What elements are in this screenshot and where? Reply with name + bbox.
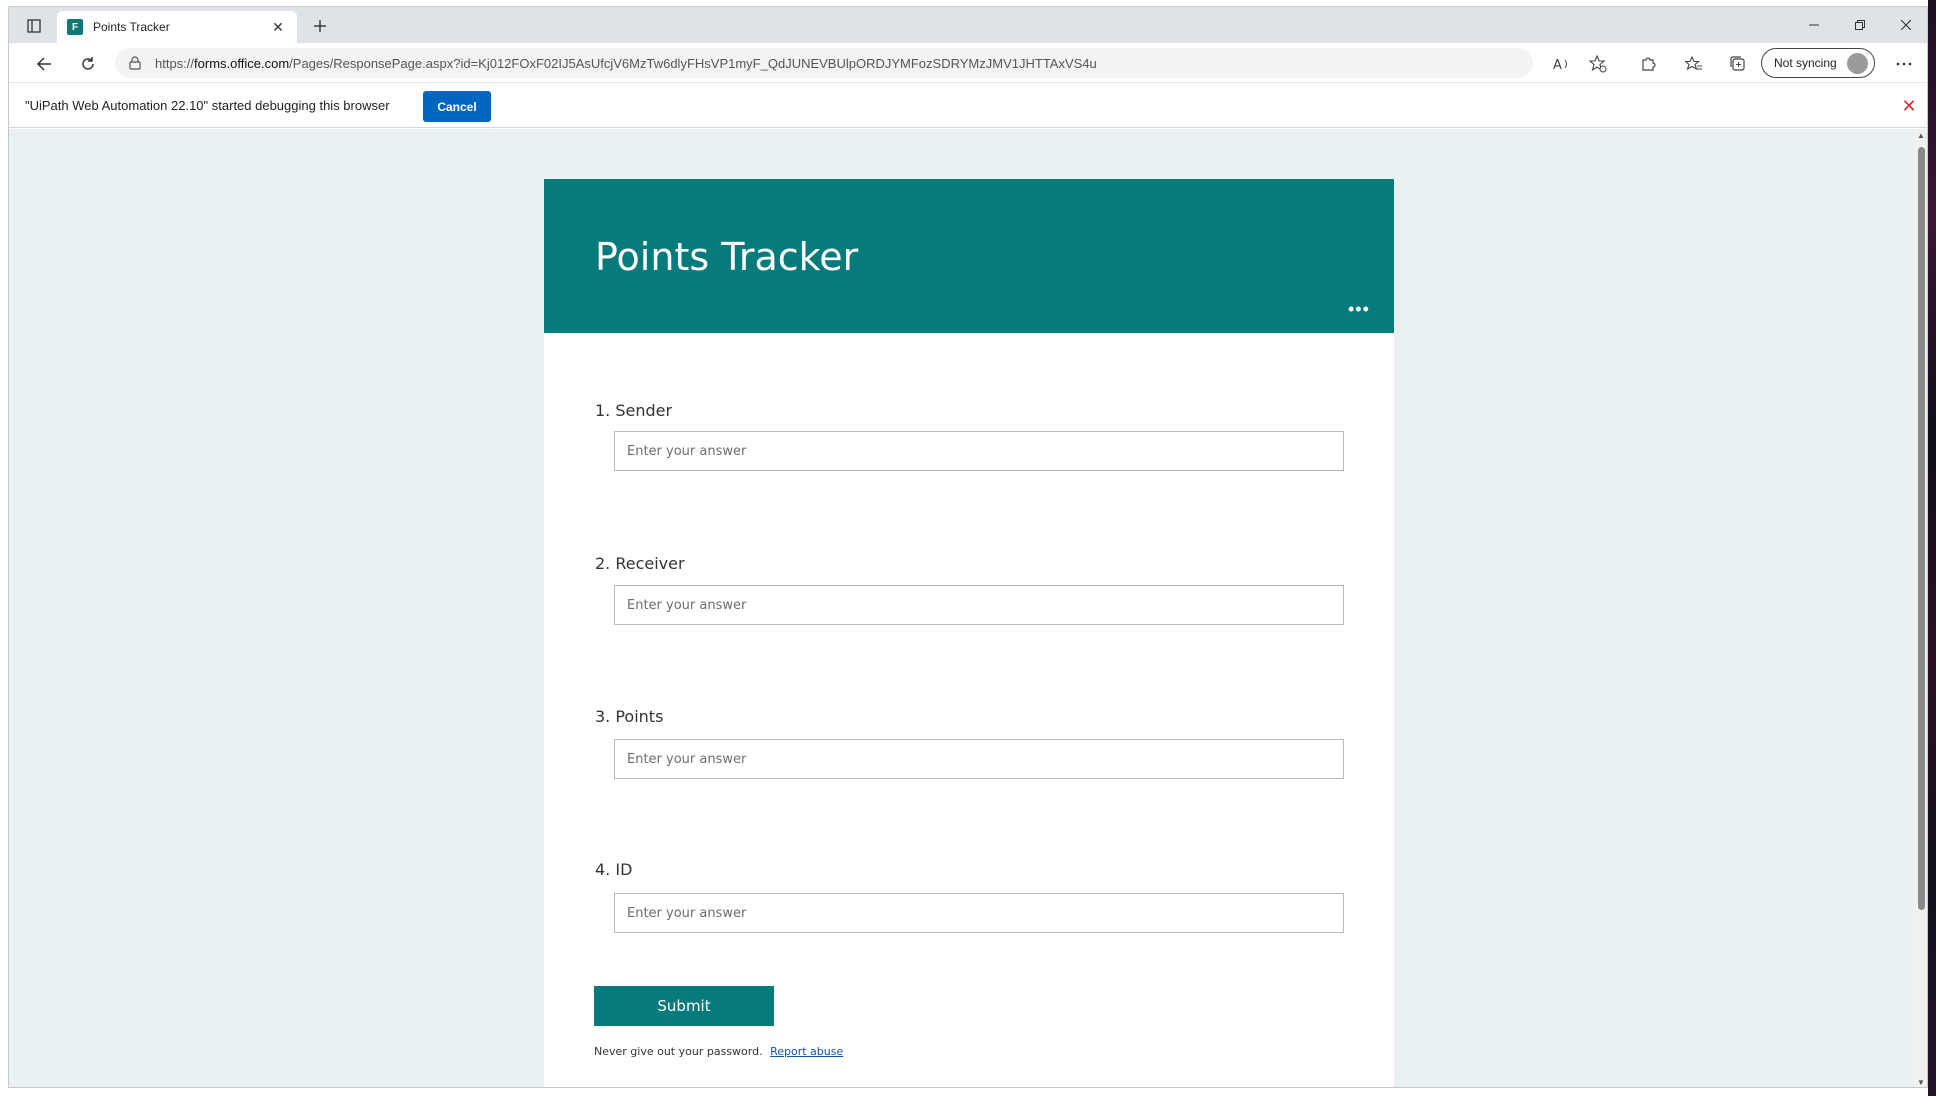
receiver-input[interactable] (614, 585, 1344, 625)
scroll-thumb[interactable] (1918, 147, 1925, 910)
question-receiver: 2. Receiver (595, 554, 1355, 625)
close-icon (1901, 20, 1911, 30)
refresh-icon (82, 57, 94, 70)
read-aloud-icon: A (1553, 58, 1567, 72)
desktop-background-edge (1928, 0, 1936, 1096)
password-warning: Never give out your password. (594, 1045, 763, 1058)
scroll-up-icon[interactable]: ▲ (1917, 131, 1925, 140)
favorites-button[interactable] (1679, 49, 1709, 79)
refresh-button[interactable] (73, 49, 103, 79)
submit-button[interactable]: Submit (594, 986, 774, 1026)
new-tab-button[interactable] (307, 13, 333, 39)
star-add-icon (1589, 55, 1607, 73)
restore-icon (1855, 20, 1865, 30)
back-button[interactable] (29, 49, 59, 79)
question-label: 1. Sender (595, 401, 673, 420)
more-icon (1896, 62, 1912, 66)
infobar-message: "UiPath Web Automation 22.10" started de… (25, 98, 390, 113)
puzzle-icon (1642, 57, 1656, 71)
extensions-button[interactable] (1633, 49, 1663, 79)
svg-text:A: A (1553, 58, 1562, 72)
address-bar[interactable]: https://forms.office.com/Pages/ResponseP… (115, 48, 1533, 78)
infobar-close-icon[interactable]: ✕ (1899, 96, 1919, 116)
favorites-icon (1685, 56, 1702, 71)
form-card: Points Tracker ••• 1. Sender 2. Receiver… (544, 179, 1394, 1087)
report-abuse-link[interactable]: Report abuse (770, 1045, 843, 1058)
plus-icon (314, 20, 326, 32)
form-footer: Never give out your password. Report abu… (594, 1045, 843, 1058)
browser-toolbar: https://forms.office.com/Pages/ResponseP… (9, 43, 1927, 83)
cancel-button[interactable]: Cancel (423, 91, 491, 122)
add-favorite-button[interactable] (1583, 49, 1613, 79)
page-scrollbar[interactable]: ▲ ▼ (1913, 129, 1927, 1087)
tab-close-icon[interactable]: ✕ (269, 18, 287, 36)
avatar (1847, 53, 1868, 74)
minimize-button[interactable] (1791, 7, 1837, 43)
back-arrow-icon (36, 57, 51, 71)
browser-window: F Points Tracker ✕ https://forms.office.… (8, 6, 1928, 1088)
url-host: forms.office.com (194, 55, 290, 71)
scroll-down-icon[interactable]: ▼ (1917, 1078, 1925, 1087)
debug-infobar: "UiPath Web Automation 22.10" started de… (9, 84, 1927, 128)
page-viewport: Points Tracker ••• 1. Sender 2. Receiver… (9, 129, 1913, 1087)
points-input[interactable] (614, 739, 1344, 779)
restore-button[interactable] (1837, 7, 1883, 43)
question-label: 3. Points (595, 707, 664, 726)
window-close-button[interactable] (1883, 7, 1927, 43)
read-aloud-button[interactable]: A (1547, 49, 1577, 79)
url-path: /Pages/ResponsePage.aspx?id=Kj012FOxF02I… (289, 55, 1097, 71)
settings-menu-button[interactable] (1889, 49, 1919, 79)
forms-favicon-icon: F (67, 19, 83, 35)
minimize-icon (1809, 24, 1819, 26)
question-points: 3. Points (595, 707, 1355, 779)
question-sender: 1. Sender (595, 401, 1355, 471)
sync-label: Not syncing (1774, 56, 1837, 70)
tab-title: Points Tracker (93, 20, 170, 34)
sender-input[interactable] (614, 431, 1344, 471)
address-url[interactable]: https://forms.office.com/Pages/ResponseP… (155, 56, 1097, 71)
collections-button[interactable] (1723, 49, 1753, 79)
collections-icon (1730, 56, 1745, 71)
question-label: 4. ID (595, 860, 633, 879)
form-title: Points Tracker (595, 235, 859, 279)
tab-actions-button[interactable] (21, 13, 47, 39)
question-label: 2. Receiver (595, 554, 685, 573)
tab-actions-icon (27, 19, 41, 33)
tab-points-tracker[interactable]: F Points Tracker ✕ (57, 11, 297, 43)
more-options-icon[interactable]: ••• (1348, 299, 1370, 320)
question-id: 4. ID (595, 860, 1355, 933)
form-header: Points Tracker ••• (544, 179, 1394, 333)
url-prefix: https:// (155, 55, 195, 71)
tab-strip: F Points Tracker ✕ (9, 7, 1927, 43)
id-input[interactable] (614, 893, 1344, 933)
lock-icon (129, 56, 141, 70)
profile-sync-button[interactable]: Not syncing (1761, 48, 1875, 78)
